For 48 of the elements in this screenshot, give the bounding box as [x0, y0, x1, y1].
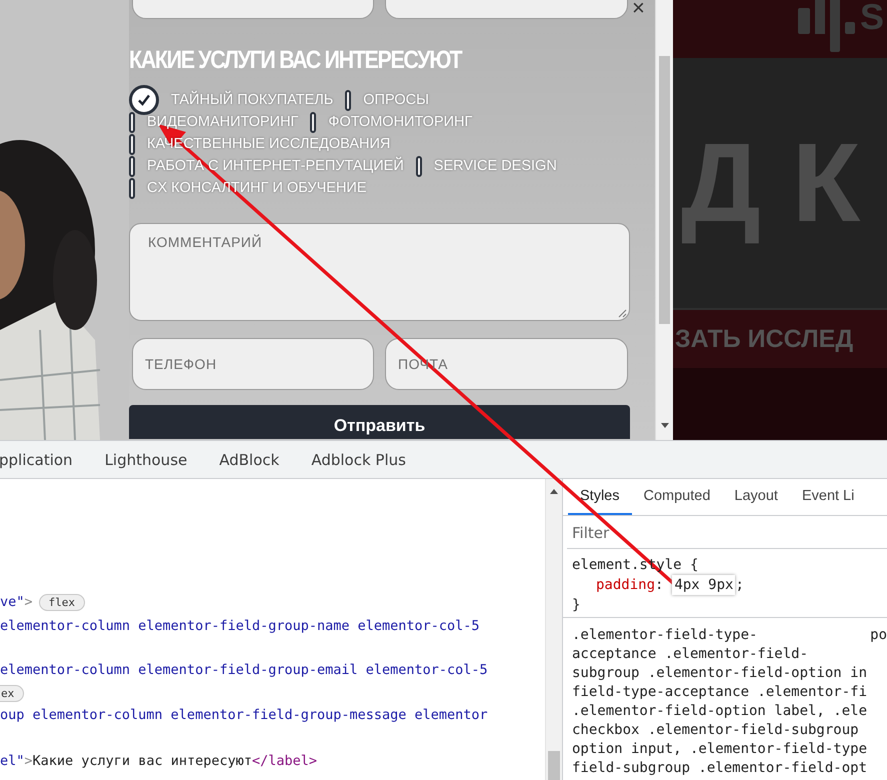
checkbox[interactable]	[129, 178, 135, 198]
styles-tab[interactable]: Event Li	[790, 479, 866, 515]
styles-tab[interactable]: Layout	[722, 479, 790, 515]
css-selector-line: field-subgroup .elementor-field-opt	[572, 759, 868, 777]
devtools-tab[interactable]: Adblock Plus	[295, 450, 422, 468]
checkbox[interactable]	[416, 156, 422, 176]
checkbox[interactable]	[129, 85, 159, 115]
submit-button[interactable]: Отправить	[129, 405, 630, 439]
scrollbar[interactable]	[655, 0, 673, 440]
code-line[interactable]: elementor-column elementor-field-group-name elementor-col-5	[0, 618, 480, 634]
flex-badge[interactable]: flex	[38, 594, 86, 610]
scrollbar[interactable]	[545, 479, 562, 780]
styles-tab[interactable]: Styles	[568, 479, 632, 515]
devtools-tab[interactable]: Lighthouse	[88, 450, 204, 468]
checkbox[interactable]	[129, 112, 135, 132]
checkbox[interactable]	[345, 90, 352, 110]
close-button[interactable]: ×	[632, 0, 645, 16]
devtools-tab[interactable]: pplication	[0, 450, 89, 468]
css-selector-line: acceptance .elementor-field-	[572, 645, 808, 663]
styles-tab[interactable]: Computed	[632, 479, 722, 515]
css-selector-line: option input, .elementor-field-type	[572, 740, 868, 758]
code-line[interactable]: ve">	[0, 594, 33, 610]
devtools-tab[interactable]: AdBlock	[203, 450, 296, 468]
code-line[interactable]: elementor-column elementor-field-group-email elementor-col-5	[0, 662, 488, 678]
checkbox[interactable]	[129, 134, 135, 154]
css-selector-line: .elementor-field-option label, .ele	[572, 702, 868, 720]
css-selector-line: .elementor-field-type-	[572, 626, 758, 644]
banner-text: ЗАТЬ ИССЛЕД	[675, 324, 854, 354]
code-line[interactable]: oup elementor-column elementor-field-group-message elementor	[0, 707, 488, 723]
comment-field[interactable]: КОММЕНТАРИЙ	[129, 223, 630, 321]
css-value-editor[interactable]: 4px 9px	[672, 575, 736, 595]
flex-badge[interactable]: ex	[0, 684, 24, 702]
checkbox[interactable]	[129, 156, 135, 176]
code-line[interactable]: el">Какие услуги вас интересуют</label>	[0, 753, 318, 769]
phone-field[interactable]: ТЕЛЕФОН	[132, 338, 374, 390]
css-colon: :	[655, 576, 664, 595]
css-selector-line: checkbox .elementor-field-subgroup	[572, 721, 859, 739]
resize-grip-icon[interactable]	[617, 308, 627, 318]
css-property[interactable]: padding	[596, 575, 656, 595]
check-icon	[136, 92, 152, 108]
css-brace: }	[572, 596, 582, 615]
css-semicolon: ;	[735, 576, 744, 595]
section-heading: КАКИЕ УСЛУГИ ВАС ИНТЕРЕСУЮТ	[129, 45, 463, 75]
css-selector-line: field-type-acceptance .elementor-fi	[572, 683, 868, 701]
checkbox[interactable]	[310, 112, 316, 132]
source-link[interactable]: po	[862, 625, 887, 644]
css-selector-line: subgroup .elementor-field-option in	[572, 664, 868, 682]
logo-icon	[798, 0, 858, 52]
